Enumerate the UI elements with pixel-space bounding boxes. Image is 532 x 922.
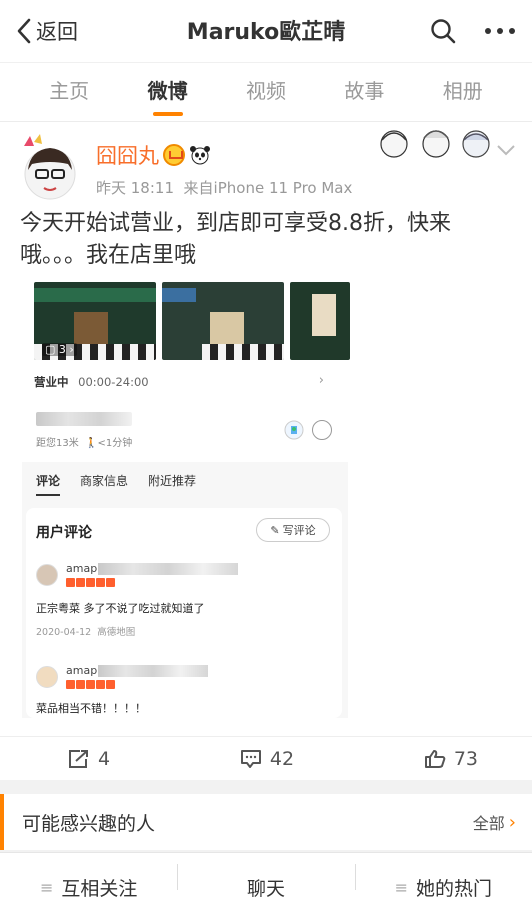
repost-count: 4 bbox=[98, 747, 111, 770]
edit-icon: ✎ bbox=[270, 523, 280, 537]
reviewer-avatar bbox=[36, 564, 58, 586]
post-author[interactable]: 囧囧丸 bbox=[96, 140, 211, 170]
chevron-right-icon: › bbox=[508, 811, 516, 833]
post-card: 囧囧丸 昨天 18:11 来自iPhone 11 Pro Max 今天开始试营业… bbox=[0, 122, 532, 780]
reviewer-name: amap bbox=[66, 562, 98, 575]
review-stars bbox=[66, 578, 115, 587]
review-date: 2020-04-12 高德地图 bbox=[36, 627, 136, 638]
chevron-right-icon: › bbox=[318, 373, 324, 388]
bottom-action-bar: ≡ 互相关注 聊天 ≡ 她的热门 bbox=[0, 852, 532, 922]
see-all-button[interactable]: 全部 › bbox=[473, 810, 516, 834]
hours-value: 00:00-24:00 bbox=[78, 375, 149, 389]
hours-label: 营业中 bbox=[34, 375, 69, 389]
comment-count: 42 bbox=[269, 747, 295, 770]
author-name: 囧囧丸 bbox=[96, 144, 159, 168]
like-count: 73 bbox=[453, 747, 478, 770]
avatar[interactable] bbox=[20, 132, 78, 202]
back-button[interactable]: 返回 bbox=[16, 16, 78, 46]
reviews-section: 用户评论 ✎ 写评论 amap 正宗粤菜 多了不说了吃过就知道了 2020-04… bbox=[22, 498, 348, 718]
store-photos: ▢ 3 › bbox=[34, 282, 350, 360]
tab-weibo[interactable]: 微博 bbox=[142, 62, 194, 122]
distance-value: 距您13米 bbox=[36, 438, 79, 449]
embed-tabs: 评论 商家信息 附近推荐 bbox=[22, 462, 348, 498]
search-icon[interactable] bbox=[430, 18, 456, 44]
post-text: 今天开始试营业，到店即可享受8.8折，快来哦。。。我在店里哦 bbox=[20, 211, 451, 268]
tab-album[interactable]: 相册 bbox=[437, 62, 489, 122]
post-time: 昨天 18:11 bbox=[96, 179, 174, 197]
menu-lines-icon: ≡ bbox=[39, 878, 54, 897]
post-meta: 昨天 18:11 来自iPhone 11 Pro Max bbox=[96, 177, 352, 198]
post-actions: 4 42 73 bbox=[0, 736, 532, 780]
blurred-reviewer bbox=[98, 665, 208, 677]
post-image[interactable]: ▢ 3 › 营业中 00:00-24:00 › 距您13米 🚶<1分钟 评论 商… bbox=[22, 282, 350, 718]
top-actions bbox=[430, 18, 516, 44]
embed-tab-nearby: 附近推荐 bbox=[148, 473, 197, 488]
chevron-down-icon[interactable] bbox=[496, 144, 516, 156]
tab-home[interactable]: 主页 bbox=[43, 62, 95, 122]
reviewer-name: amap bbox=[66, 664, 98, 677]
review-stars bbox=[66, 680, 115, 689]
walk-time: <1分钟 bbox=[97, 438, 133, 449]
tab-story[interactable]: 故事 bbox=[338, 62, 390, 122]
blurred-address bbox=[36, 412, 132, 426]
profile-tabs: 主页 微博 视频 故事 相册 bbox=[0, 62, 532, 122]
business-hours[interactable]: 营业中 00:00-24:00 › bbox=[34, 373, 332, 390]
anime-decoration-icon bbox=[380, 130, 490, 158]
weibo-profile-page: 返回 Maruko歐芷晴 主页 微博 视频 故事 相册 囧囧丸 昨天 18:11… bbox=[0, 0, 532, 922]
distance-info: 距您13米 🚶<1分钟 bbox=[36, 438, 133, 449]
interest-label: 可能感兴趣的人 bbox=[22, 812, 156, 835]
chat-button[interactable]: 聊天 bbox=[177, 864, 354, 901]
write-review-button: ✎ 写评论 bbox=[256, 518, 330, 542]
review-text: 菜品相当不错！！！！ bbox=[36, 702, 146, 715]
crown-badge-icon bbox=[163, 144, 185, 166]
reviews-box: 用户评论 ✎ 写评论 amap 正宗粤菜 多了不说了吃过就知道了 2020-04… bbox=[26, 508, 342, 718]
people-you-may-like: 可能感兴趣的人 全部 › bbox=[0, 794, 532, 850]
store-photo bbox=[290, 282, 350, 360]
tab-video[interactable]: 视频 bbox=[240, 62, 292, 122]
back-label: 返回 bbox=[36, 20, 78, 44]
reviewer-avatar bbox=[36, 666, 58, 688]
comment-button[interactable]: 42 bbox=[240, 748, 294, 770]
reviews-title: 用户评论 bbox=[36, 525, 92, 541]
comment-icon bbox=[240, 749, 261, 768]
panda-badge-icon bbox=[190, 146, 210, 165]
photo-count: ▢ 3 › bbox=[42, 343, 77, 356]
her-hot-button[interactable]: ≡ 她的热门 bbox=[354, 864, 532, 901]
review-text: 正宗粤菜 多了不说了吃过就知道了 bbox=[36, 602, 205, 615]
phone-icon bbox=[312, 420, 332, 440]
mutual-follow-button[interactable]: ≡ 互相关注 bbox=[0, 874, 177, 901]
embed-tab-comments: 评论 bbox=[36, 473, 61, 496]
store-photo bbox=[162, 282, 284, 360]
map-pin-icon bbox=[284, 420, 304, 440]
post-source: 来自iPhone 11 Pro Max bbox=[183, 179, 353, 197]
store-photo: ▢ 3 › bbox=[34, 282, 156, 360]
menu-lines-icon: ≡ bbox=[394, 878, 409, 897]
repost-icon bbox=[69, 749, 88, 768]
top-nav-bar: 返回 Maruko歐芷晴 bbox=[0, 0, 532, 62]
thumbs-up-icon bbox=[424, 749, 446, 768]
embed-tab-merchant: 商家信息 bbox=[80, 473, 129, 488]
repost-button[interactable]: 4 bbox=[68, 748, 110, 770]
more-icon[interactable] bbox=[484, 27, 516, 35]
chevron-left-icon bbox=[17, 18, 31, 44]
like-button[interactable]: 73 bbox=[424, 748, 478, 770]
blurred-reviewer bbox=[98, 563, 238, 575]
